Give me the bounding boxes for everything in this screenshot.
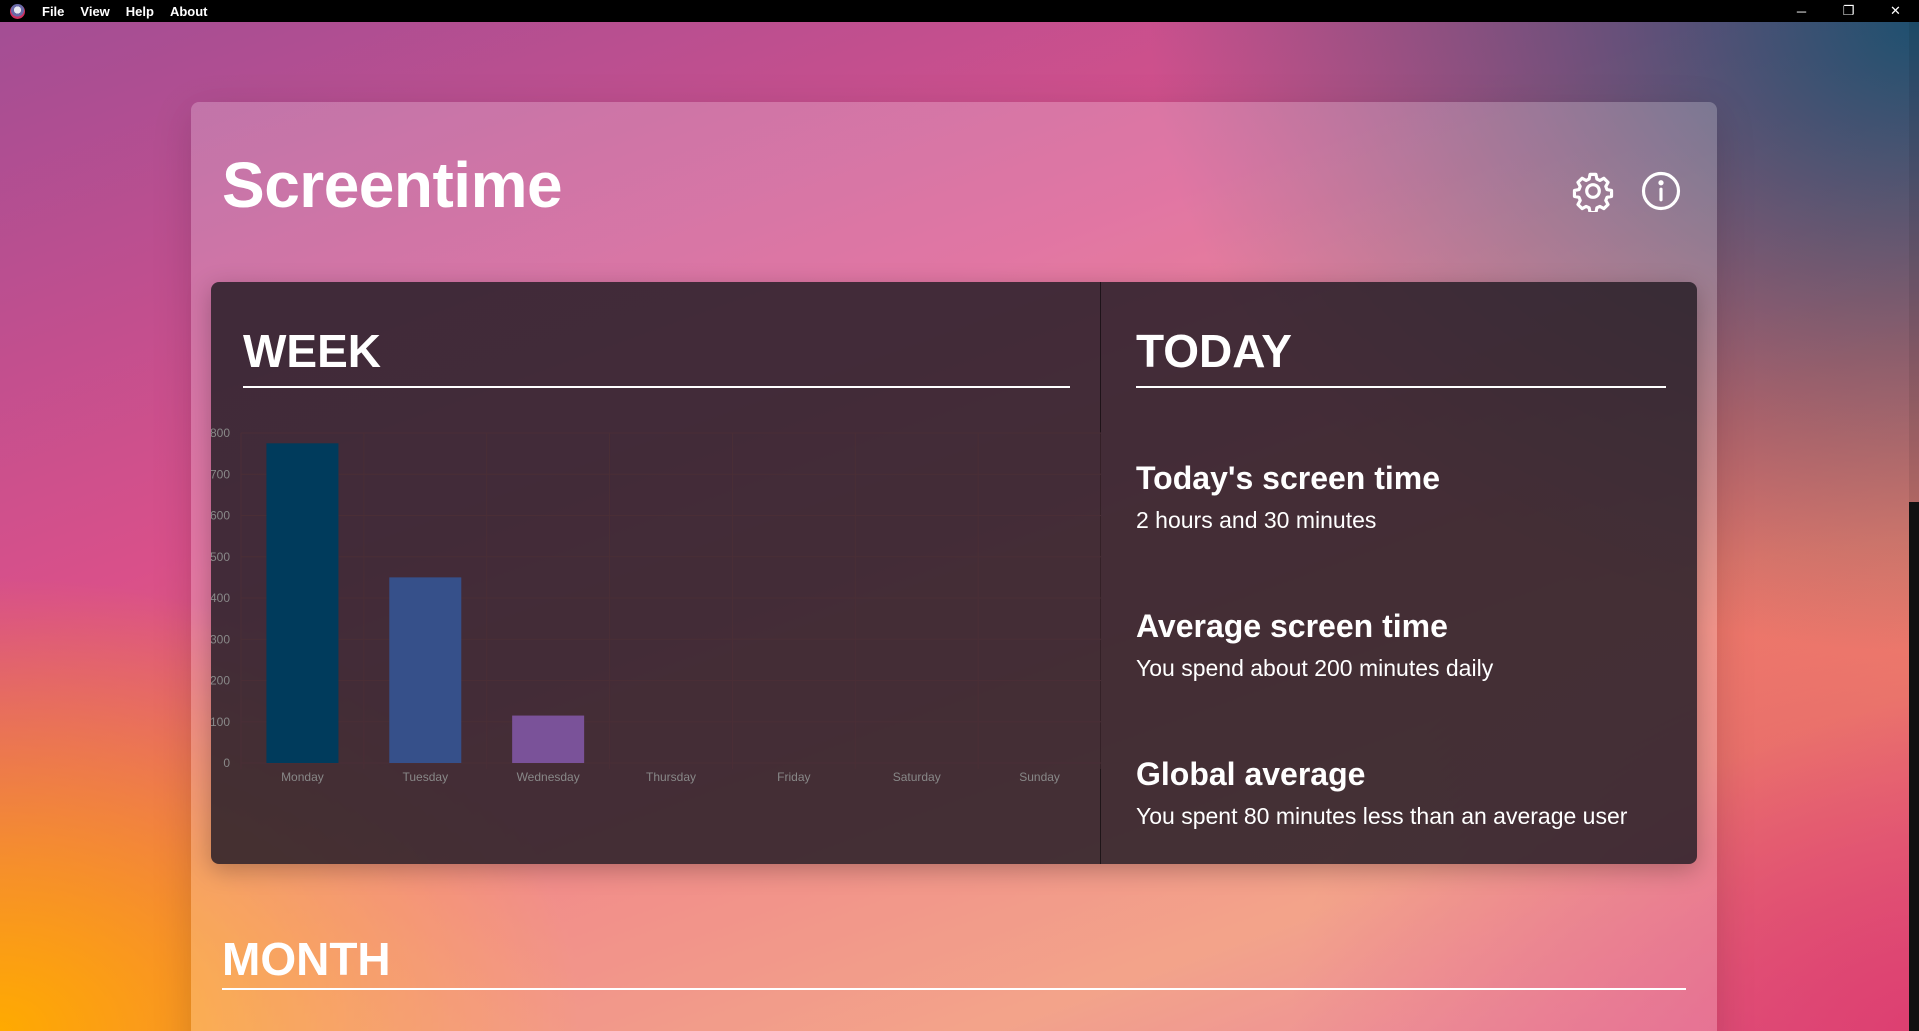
menu-file[interactable]: File (42, 4, 64, 19)
average-screen-time-stat: Average screen time You spend about 200 … (1136, 608, 1493, 682)
stat-value: You spend about 200 minutes daily (1136, 655, 1494, 681)
y-tick-label: 800 (211, 426, 230, 440)
y-tick-label: 400 (211, 591, 230, 605)
scrollbar[interactable] (1909, 22, 1919, 1031)
stats-panel: WEEK 0 100 200 300 400 500 600 700 800 Monday Tues… (211, 282, 1697, 864)
y-tick-label: 100 (211, 715, 230, 729)
stat-value: 2 hours and 30 minutes (1136, 507, 1377, 533)
main-card: Screentime WEEK 0 100 200 300 400 500 600 700 80… (191, 102, 1717, 1031)
minimize-button[interactable]: ─ (1778, 0, 1825, 22)
y-tick-label: 200 (211, 674, 230, 688)
week-divider (243, 386, 1070, 388)
y-tick-label: 0 (223, 756, 230, 770)
info-icon[interactable] (1640, 170, 1682, 212)
today-heading: TODAY (1136, 325, 1292, 377)
title-bar: File View Help About ─ ❐ ✕ (0, 0, 1919, 22)
x-tick-label: Friday (777, 770, 810, 784)
bar-wednesday (512, 715, 585, 763)
app-window: Screentime WEEK 0 100 200 300 400 500 600 700 80… (0, 22, 1919, 1031)
x-tick-label: Thursday (646, 770, 696, 784)
week-bar-chart: 0 100 200 300 400 500 600 700 800 Monday Tuesday We… (211, 426, 1101, 784)
menu-view[interactable]: View (80, 4, 109, 19)
close-button[interactable]: ✕ (1872, 0, 1919, 22)
todays-screen-time-stat: Today's screen time 2 hours and 30 minut… (1136, 460, 1440, 534)
month-divider (222, 988, 1686, 990)
restore-button[interactable]: ❐ (1825, 0, 1872, 22)
bar-monday (266, 443, 339, 763)
x-tick-label: Tuesday (402, 770, 448, 784)
app-logo-icon (10, 3, 25, 19)
stat-value: You spent 80 minutes less than an averag… (1136, 803, 1628, 829)
x-tick-label: Saturday (893, 770, 941, 784)
stat-title: Global average (1136, 756, 1366, 792)
today-section: TODAY Today's screen time 2 hours and 30… (1102, 282, 1697, 864)
x-tick-label: Monday (281, 770, 324, 784)
x-tick-label: Sunday (1019, 770, 1060, 784)
y-tick-label: 700 (211, 467, 230, 481)
window-controls: ─ ❐ ✕ (1778, 0, 1919, 22)
menu-about[interactable]: About (170, 4, 208, 19)
y-tick-label: 500 (211, 550, 230, 564)
gear-icon[interactable] (1572, 170, 1614, 212)
today-divider (1136, 386, 1666, 388)
bar-tuesday (389, 577, 462, 763)
global-average-stat: Global average You spent 80 minutes less… (1136, 756, 1627, 830)
page-title: Screentime (222, 149, 563, 221)
stat-title: Today's screen time (1136, 460, 1441, 496)
week-section: WEEK 0 100 200 300 400 500 600 700 800 Monday Tues… (211, 282, 1101, 864)
month-heading: MONTH (222, 933, 391, 985)
week-heading: WEEK (243, 325, 381, 377)
y-tick-label: 300 (211, 632, 230, 646)
stat-title: Average screen time (1136, 608, 1448, 644)
x-tick-label: Wednesday (517, 770, 580, 784)
y-tick-label: 600 (211, 509, 230, 523)
scrollbar-thumb[interactable] (1909, 502, 1919, 1031)
menu-help[interactable]: Help (126, 4, 154, 19)
